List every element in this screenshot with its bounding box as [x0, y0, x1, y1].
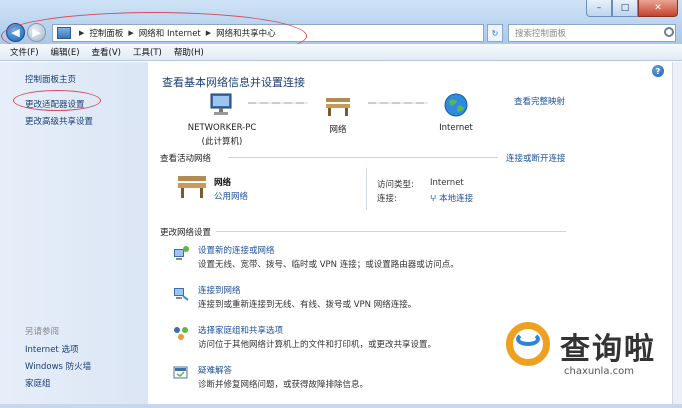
computer-icon [210, 93, 232, 115]
page-title: 查看基本网络信息并设置连接 [162, 76, 305, 89]
access-type-label: 访问类型: [377, 180, 414, 190]
section-divider [228, 157, 498, 158]
troubleshoot-icon [173, 366, 188, 379]
refresh-icon[interactable]: ↻ [487, 24, 503, 42]
new-connection-icon [174, 246, 189, 260]
window-controls: – □ ✕ [586, 0, 678, 17]
sidebar: 控制面板主页 更改适配器设置 更改高级共享设置 另请参阅 Internet 选项… [0, 62, 148, 404]
local-connection-link[interactable]: ⵖ 本地连接 [430, 192, 473, 204]
computer-name: NETWORKER-PC [187, 123, 257, 133]
maximize-button[interactable]: □ [612, 0, 638, 17]
section-divider [366, 168, 367, 210]
access-type-value: Internet [430, 178, 464, 188]
menu-view[interactable]: 查看(V) [92, 46, 121, 58]
connect-network-icon [174, 288, 189, 301]
connect-disconnect-link[interactable]: 连接或断开连接 [506, 152, 566, 164]
menu-edit[interactable]: 编辑(E) [51, 46, 80, 58]
task-title[interactable]: 连接到网络 [198, 284, 241, 296]
globe-icon [444, 93, 468, 117]
local-connection-label: 本地连接 [439, 194, 474, 204]
active-network-name: 网络 [214, 178, 232, 188]
task-description: 访问位于其他网络计算机上的文件和打印机，或更改共享设置。 [198, 340, 437, 350]
connection-line [248, 102, 308, 104]
connection-label: 连接: [377, 194, 397, 204]
task-title[interactable]: 设置新的连接或网络 [198, 244, 275, 256]
menu-tools[interactable]: 工具(T) [133, 46, 162, 58]
section-divider [216, 231, 566, 232]
task-description: 连接到或重新连接到无线、有线、拨号或 VPN 网络连接。 [198, 300, 417, 310]
bench-icon [178, 176, 206, 198]
map-network: 网络 [318, 92, 358, 135]
task-description: 设置无线、宽带、拨号、临时或 VPN 连接；或设置路由器或访问点。 [198, 260, 459, 270]
help-icon[interactable]: ? [652, 65, 664, 77]
connection-line [368, 102, 428, 104]
change-settings-heading: 更改网络设置 [160, 228, 212, 238]
map-internet: Internet [432, 92, 480, 133]
task-title[interactable]: 选择家庭组和共享选项 [198, 324, 283, 336]
active-networks-heading: 查看活动网络 [160, 154, 212, 164]
window-bottom-edge [0, 404, 682, 408]
internet-label: Internet [439, 123, 473, 133]
annotation-ellipse [13, 90, 101, 111]
sidebar-item-firewall[interactable]: Windows 防火墙 [25, 360, 91, 372]
watermark: 查询啦 chaxunla.com [506, 318, 676, 390]
task-title[interactable]: 疑难解答 [198, 364, 232, 376]
watermark-brand-en: chaxunla.com [564, 366, 634, 377]
computer-sub: (此计算机) [201, 137, 243, 147]
search-input[interactable]: 搜索控制面板 [508, 24, 676, 42]
sidebar-item-advanced-sharing[interactable]: 更改高级共享设置 [25, 115, 93, 127]
menu-bar: 文件(F) 编辑(E) 查看(V) 工具(T) 帮助(H) [0, 44, 682, 61]
watermark-logo-inner [516, 332, 540, 346]
bench-icon [326, 98, 350, 116]
task-description: 诊断并修复网络问题，或获得故障排除信息。 [198, 380, 369, 390]
sidebar-item-homegroup[interactable]: 家庭组 [25, 377, 51, 389]
connection-plug-icon: ⵖ [430, 194, 437, 204]
close-button[interactable]: ✕ [638, 0, 678, 17]
search-icon[interactable] [664, 27, 674, 37]
full-map-link[interactable]: 查看完整映射 [514, 95, 565, 107]
see-also-heading: 另请参阅 [25, 327, 60, 337]
watermark-brand-cn: 查询啦 [560, 332, 656, 367]
minimize-button[interactable]: – [586, 0, 612, 17]
homegroup-icon [174, 327, 188, 340]
network-label: 网络 [329, 125, 347, 135]
map-computer: NETWORKER-PC (此计算机) [182, 92, 262, 147]
sidebar-item-control-panel-home[interactable]: 控制面板主页 [25, 73, 76, 85]
menu-help[interactable]: 帮助(H) [174, 46, 204, 58]
sidebar-item-internet-options[interactable]: Internet 选项 [25, 343, 78, 355]
active-network-type[interactable]: 公用网络 [214, 190, 248, 202]
menu-file[interactable]: 文件(F) [10, 46, 39, 58]
